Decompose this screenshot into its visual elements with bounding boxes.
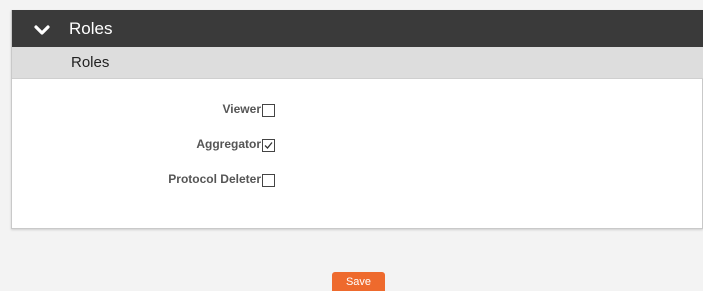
role-label: Protocol Deleter bbox=[168, 172, 261, 186]
role-row-aggregator: Aggregator bbox=[12, 136, 703, 154]
checkmark-icon bbox=[264, 142, 273, 149]
role-label: Viewer bbox=[222, 102, 261, 116]
role-checkbox-viewer[interactable] bbox=[262, 104, 275, 117]
section-subheader: Roles bbox=[12, 47, 703, 79]
chevron-down-icon[interactable] bbox=[34, 23, 50, 35]
subheader-label: Roles bbox=[71, 54, 110, 71]
save-button[interactable]: Save bbox=[332, 272, 385, 291]
panel-title: Roles bbox=[69, 18, 113, 38]
role-checkbox-protocol-deleter[interactable] bbox=[262, 174, 275, 187]
role-row-protocol-deleter: Protocol Deleter bbox=[12, 171, 703, 189]
roles-panel: Roles Roles Viewer Aggregator Protocol D… bbox=[11, 10, 703, 229]
role-row-viewer: Viewer bbox=[12, 101, 703, 119]
role-label: Aggregator bbox=[196, 137, 261, 151]
role-checkbox-aggregator[interactable] bbox=[262, 139, 275, 152]
panel-header[interactable]: Roles bbox=[12, 10, 703, 47]
